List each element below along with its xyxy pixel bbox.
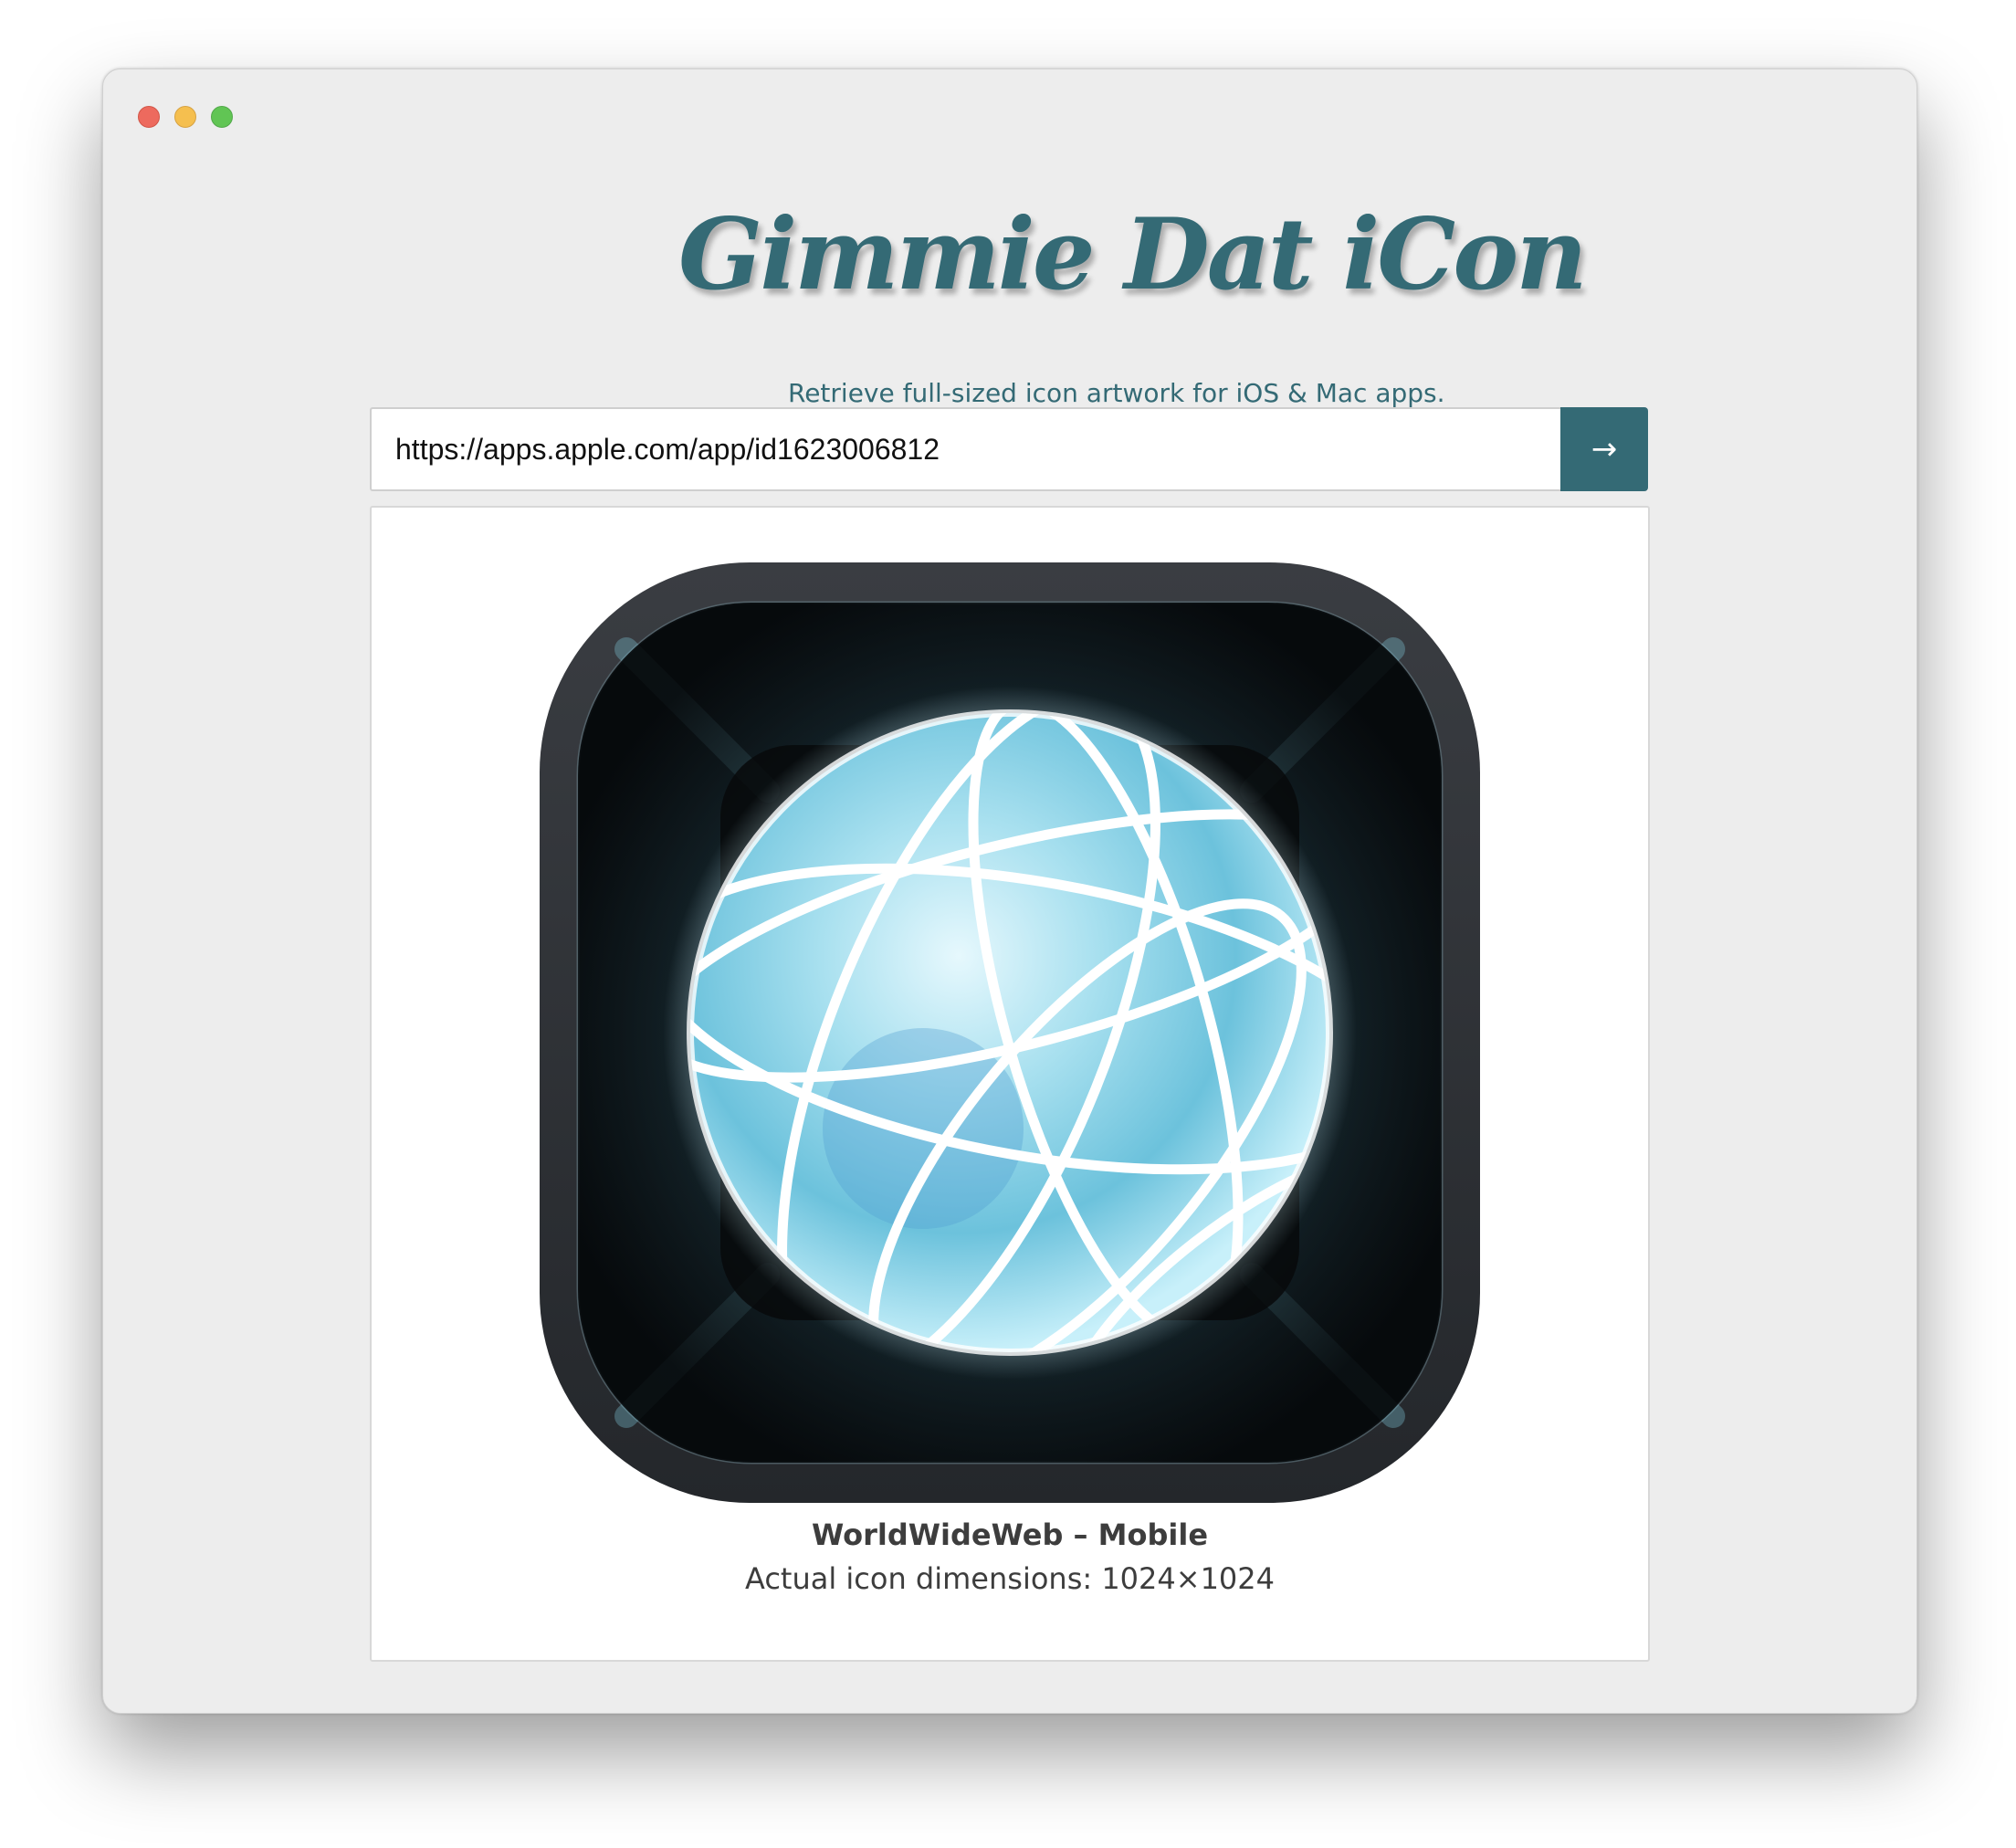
app-title: Gimmie Dat iCon (678, 197, 1588, 312)
search-bar: → (370, 407, 1648, 491)
app-icon-image (540, 562, 1480, 1503)
minimize-window-button[interactable] (174, 106, 196, 128)
app-name: WorldWideWeb – Mobile (811, 1517, 1209, 1552)
result-card: WorldWideWeb – Mobile Actual icon dimens… (370, 506, 1650, 1662)
app-subtitle: Retrieve full-sized icon artwork for iOS… (788, 378, 1445, 408)
app-window: Gimmie Dat iCon Retrieve full-sized icon… (102, 68, 1917, 1714)
globe-icon (540, 562, 1480, 1503)
zoom-window-button[interactable] (211, 106, 233, 128)
arrow-right-icon: → (1591, 431, 1618, 467)
app-url-input[interactable] (370, 407, 1560, 491)
close-window-button[interactable] (138, 106, 160, 128)
app-logo: Gimmie Dat iCon Retrieve full-sized icon… (103, 197, 1916, 408)
window-controls (138, 106, 233, 128)
submit-button[interactable]: → (1560, 407, 1648, 491)
icon-dimensions: Actual icon dimensions: 1024×1024 (744, 1561, 1275, 1596)
